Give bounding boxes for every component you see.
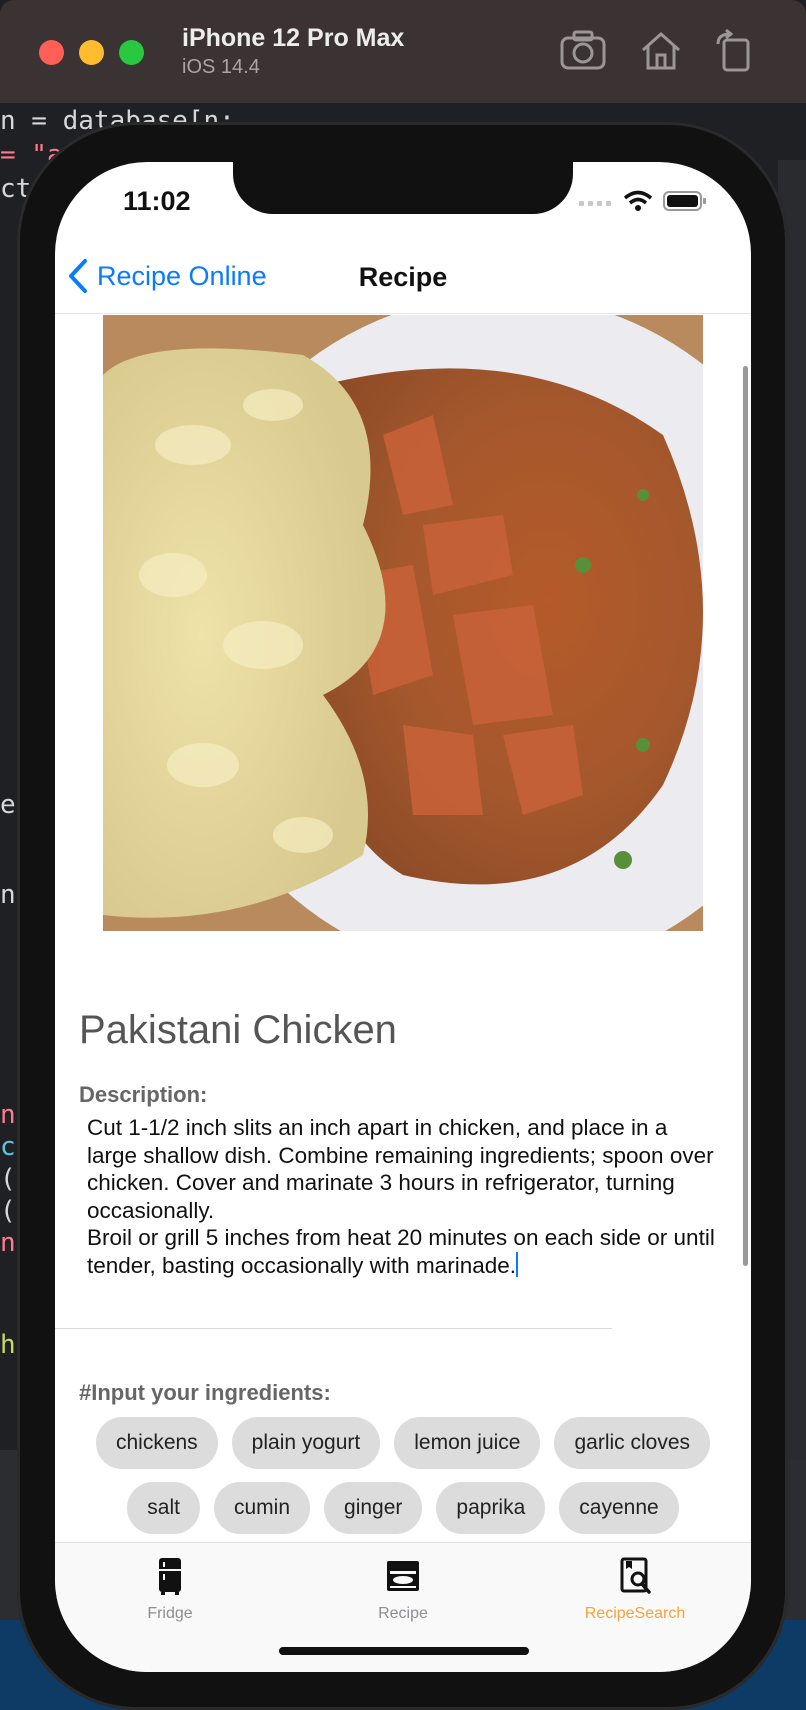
tab-label: RecipeSearch <box>584 1605 686 1622</box>
tab-fridge[interactable]: Fridge <box>90 1557 250 1623</box>
ingredient-chip[interactable]: salt <box>127 1482 200 1534</box>
code-line: ( <box>0 1196 16 1226</box>
navigation-bar: Recipe Online Recipe <box>55 244 751 314</box>
zoom-window-button[interactable] <box>119 40 144 65</box>
ingredient-chip[interactable]: lemon juice <box>394 1417 541 1469</box>
minimize-window-button[interactable] <box>79 40 104 65</box>
description-text: Cut 1-1/2 inch slits an inch apart in ch… <box>87 1115 715 1278</box>
description-text-view[interactable]: Cut 1-1/2 inch slits an inch apart in ch… <box>87 1114 747 1279</box>
fridge-icon <box>159 1558 181 1595</box>
status-icons <box>579 190 707 212</box>
section-divider <box>55 1328 612 1329</box>
cellular-signal-icon <box>579 201 611 206</box>
ingredient-chip[interactable]: garlic cloves <box>554 1417 711 1469</box>
code-line: h <box>0 1330 16 1360</box>
home-icon[interactable] <box>636 28 686 72</box>
page-title: Recipe <box>358 262 448 292</box>
simulator-title-bar: iPhone 12 Pro Max iOS 14.4 <box>0 0 806 103</box>
code-line: c <box>0 1132 16 1162</box>
ingredient-chip[interactable]: paprika <box>436 1482 546 1534</box>
phone-screen: 11:02 Recipe Online Recipe Pakistani Chi… <box>55 162 751 1672</box>
recipe-book-icon <box>387 1561 419 1591</box>
text-cursor <box>516 1251 518 1277</box>
recipe-title: Pakistani Chicken <box>79 1008 397 1052</box>
recipe-search-icon <box>620 1557 651 1594</box>
camera-icon[interactable] <box>558 28 608 72</box>
rotate-icon[interactable] <box>710 28 760 72</box>
ingredient-chip[interactable]: cumin <box>213 1482 311 1534</box>
tab-recipe-search[interactable]: RecipeSearch <box>555 1557 715 1623</box>
ingredient-chip[interactable]: ginger <box>324 1482 423 1534</box>
code-line: n <box>0 1100 16 1130</box>
recipe-photo <box>103 315 703 931</box>
recipe-photo-image <box>103 315 703 931</box>
ingredient-chip[interactable]: chickens <box>95 1417 218 1469</box>
ingredient-chip-row: salt cumin ginger paprika cayenne <box>55 1482 751 1534</box>
ingredient-chip[interactable]: plain yogurt <box>231 1417 381 1469</box>
close-window-button[interactable] <box>39 40 64 65</box>
ingredients-label: #Input your ingredients: <box>79 1380 331 1405</box>
wifi-icon <box>623 190 653 211</box>
code-line: n <box>0 1228 16 1258</box>
home-indicator <box>279 1647 529 1655</box>
status-time: 11:02 <box>123 186 191 216</box>
os-version: iOS 14.4 <box>182 56 260 78</box>
tab-recipe[interactable]: Recipe <box>323 1557 483 1623</box>
battery-icon <box>663 191 706 211</box>
code-line: n <box>0 880 16 910</box>
description-label: Description: <box>79 1082 208 1107</box>
ingredient-chip-row: chickens plain yogurt lemon juice garlic… <box>55 1417 751 1469</box>
device-name: iPhone 12 Pro Max <box>182 24 405 52</box>
tab-label: Fridge <box>147 1605 193 1622</box>
code-line: ( <box>0 1164 16 1194</box>
device-notch <box>233 162 573 214</box>
ingredient-chip[interactable]: cayenne <box>559 1482 679 1534</box>
tab-label: Recipe <box>378 1605 428 1622</box>
